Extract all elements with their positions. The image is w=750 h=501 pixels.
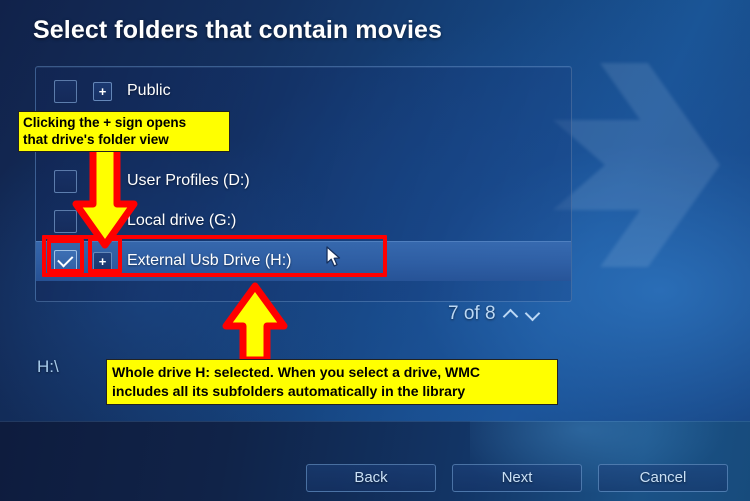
list-item-label: Local drive (G:) [127,212,237,229]
yellow-down-arrow [72,138,138,249]
chevron-down-icon[interactable] [525,307,540,322]
chevron-up-icon[interactable] [503,307,518,322]
next-button[interactable]: Next [452,464,582,492]
annotation-drive-note: Whole drive H: selected. When you select… [106,359,558,405]
annotation-plus-note: Clicking the + sign opens that drive's f… [18,111,230,152]
yellow-up-arrow [222,282,288,364]
mouse-cursor [326,246,341,267]
page-title: Select folders that contain movies [33,16,443,44]
cancel-button[interactable]: Cancel [598,464,728,492]
background-arrow-watermark [553,63,720,267]
checkbox-public[interactable] [54,79,77,103]
pager: 7 of 8 [448,303,540,325]
media-center-folder-picker-screen: Select folders that contain movies + Pub… [0,0,750,501]
pager-count: 7 of 8 [448,303,496,324]
list-item-label: User Profiles (D:) [127,172,250,189]
back-button[interactable]: Back [306,464,436,492]
expand-button-public[interactable]: + [93,81,112,101]
selected-path-label: H:\ [37,357,59,376]
list-item-label: Public [127,82,171,99]
list-item-public[interactable]: + Public [36,71,571,111]
